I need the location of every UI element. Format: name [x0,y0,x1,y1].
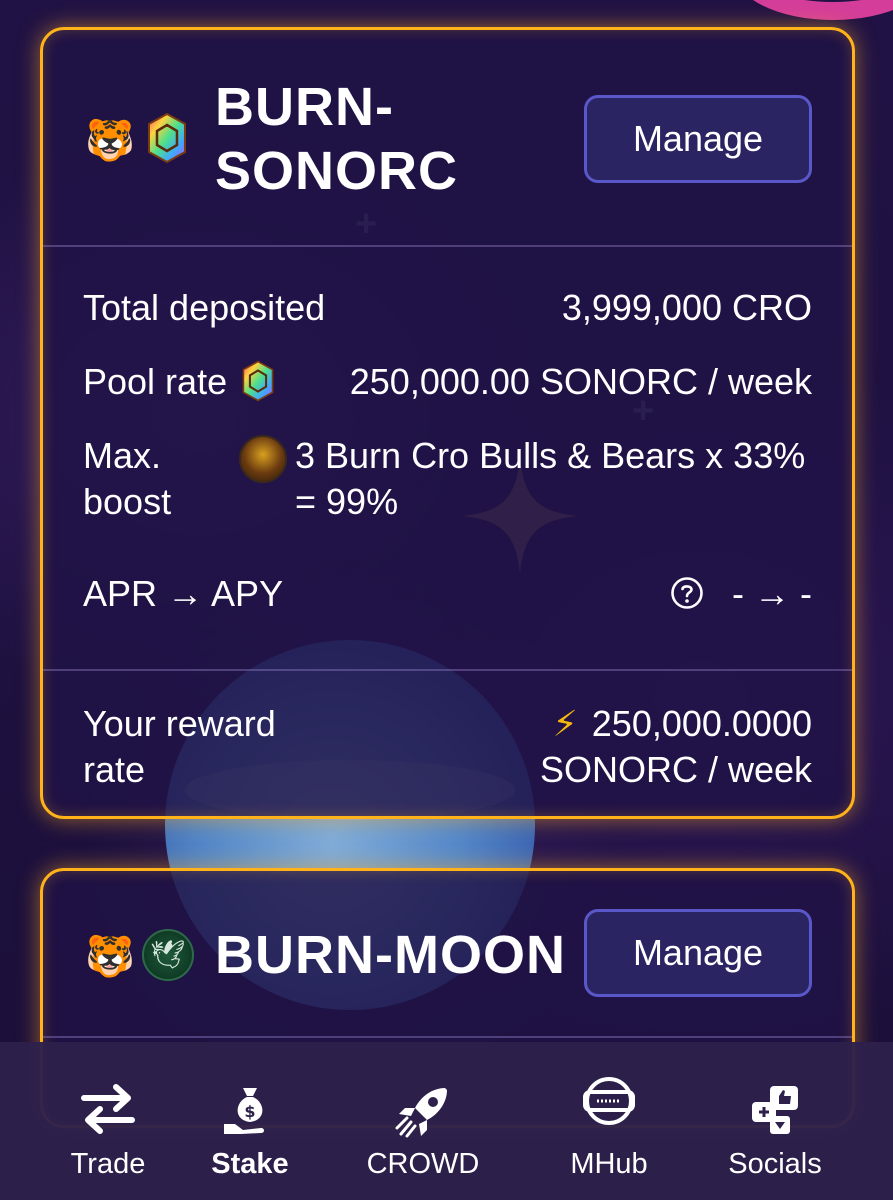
max-boost-value: 3 Burn Cro Bulls & Bears x 33% = 99% [295,435,806,522]
reward-rate-unit: SONORC / week [539,749,812,790]
moon-token-icon: 🕊 [142,929,194,981]
money-bag-hand-icon: $ [224,1088,264,1134]
nav-item-stake[interactable]: $ Stake [190,1042,310,1200]
tiger-token-icon: 🐯 [85,935,135,979]
nav-item-crowd[interactable]: CROWD [352,1042,494,1200]
reward-rate-label: Your reward rate [83,703,276,790]
svg-text:$: $ [244,1102,255,1121]
swap-arrows-icon [81,1084,135,1134]
max-boost-row: Max. boost 3 Burn Cro Bulls & Bears x 33… [83,433,812,525]
nav-item-mhub[interactable]: MHub [550,1042,668,1200]
help-circle-icon[interactable] [670,576,704,610]
reward-rate-section: Your reward rate ⚡ 250,000.0000 SONORC / … [43,671,852,816]
nav-label: Trade [70,1148,146,1180]
pool-card-header: 🐯 🕊 BURN-MOON Manage [43,871,852,1036]
pool-card-header: 🐯 BURN-SONORC Manage [43,30,852,245]
tiger-token-icon: 🐯 [85,119,135,163]
sonorc-token-icon [148,112,186,164]
max-boost-label: Max. boost [83,435,172,522]
manage-button[interactable]: Manage [584,909,812,997]
vr-headset-icon [583,1077,635,1125]
total-deposited-label: Total deposited [83,287,326,328]
pool-title: BURN-MOON [215,925,566,985]
manage-button[interactable]: Manage [584,95,812,183]
social-bubbles-icon [752,1086,798,1134]
divider [43,1036,852,1038]
nav-label: MHub [570,1148,648,1180]
sonorc-token-icon [242,361,274,402]
reward-rate-value: 250,000.0000 [591,703,812,744]
corner-decoration [733,0,893,20]
pool-card-burn-sonorc: 🐯 BURN-SONORC Manage Total deposited 3,9… [40,27,855,819]
pool-rate-value: 250,000.00 SONORC / week [349,361,812,402]
pool-rate-label: Pool rate [83,361,228,402]
nft-avatar-icon [239,435,287,483]
rocket-icon [395,1088,447,1138]
bottom-nav: Trade $ Stake CROWD MHub Socials [0,1042,893,1200]
total-deposited-value: 3,999,000 CRO [561,287,812,328]
nav-label: CROWD [366,1148,480,1180]
apr-apy-value: - → - [732,573,812,614]
nav-label: Socials [728,1148,822,1180]
nav-label: Stake [211,1148,289,1180]
pool-title: BURN-SONORC [215,77,459,201]
nav-item-trade[interactable]: Trade [40,1042,176,1200]
pool-stats: Total deposited 3,999,000 CRO Pool rate … [43,247,852,669]
apr-apy-label: APR → APY [83,573,284,614]
lightning-icon: ⚡ [552,703,578,744]
nav-item-socials[interactable]: Socials [715,1042,835,1200]
